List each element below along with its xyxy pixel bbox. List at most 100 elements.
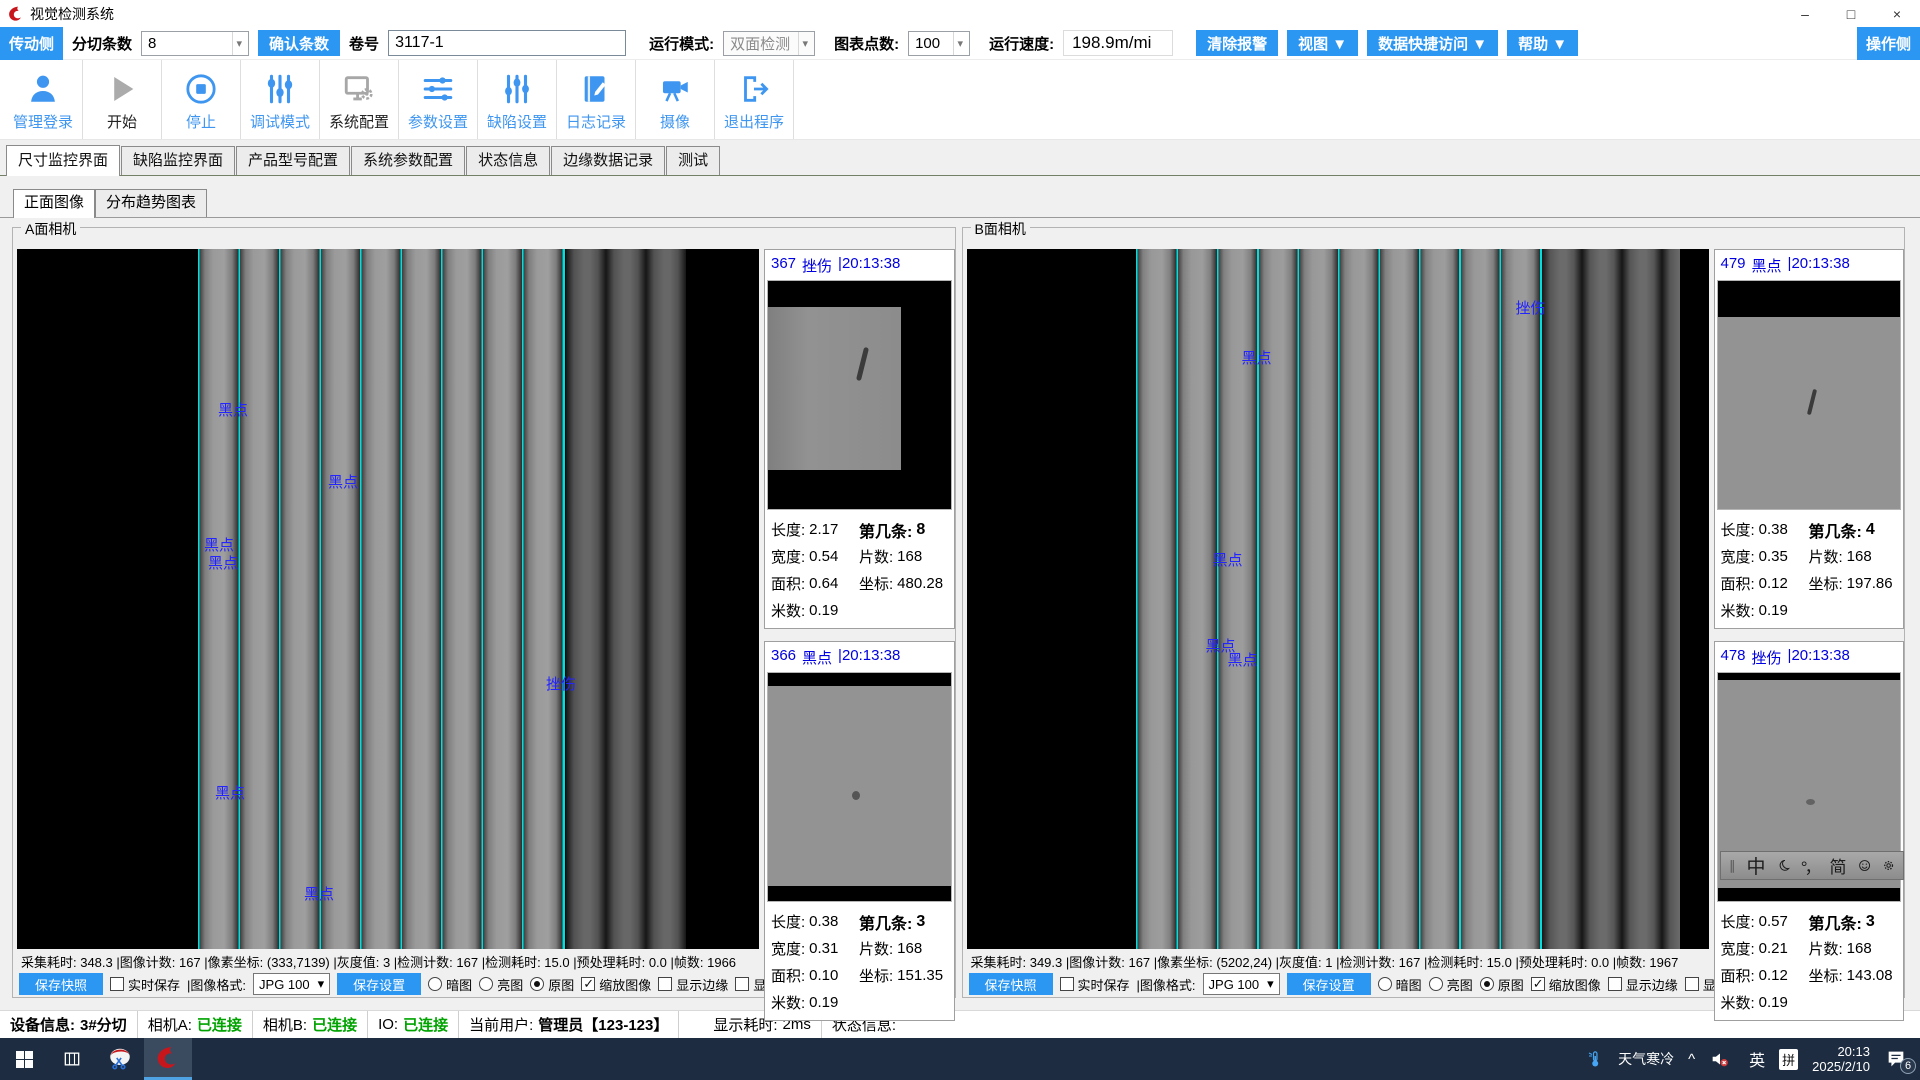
maximize-button[interactable]: □	[1828, 0, 1874, 27]
length-value: 0.38	[809, 913, 838, 930]
debug-mode-button[interactable]: 调试模式	[241, 60, 320, 139]
moon-icon[interactable]	[1777, 856, 1790, 875]
coord-value: 143.08	[1847, 967, 1893, 984]
admin-login-button[interactable]: 管理登录	[4, 60, 83, 139]
notification-center-button[interactable]: 6	[1884, 1048, 1910, 1070]
show-edges-checkbox[interactable]	[1608, 977, 1622, 991]
gear-icon[interactable]	[1882, 856, 1895, 875]
run-mode-select[interactable]: 双面检测 ▾	[723, 31, 815, 56]
defect-type: 挫伤	[1752, 647, 1782, 668]
subtab-trend-chart[interactable]: 分布趋势图表	[95, 189, 207, 217]
width-value: 0.35	[1759, 548, 1788, 565]
defect-time: |20:13:38	[838, 255, 900, 276]
save-settings-button[interactable]: 保存设置	[1287, 973, 1371, 995]
confirm-count-button[interactable]: 确认条数	[258, 30, 340, 56]
image-format-select[interactable]: JPG 100 ▾	[1203, 973, 1280, 995]
defect-label: 黑点	[1228, 649, 1258, 670]
meters-label: 米数:	[771, 600, 805, 621]
snipping-tool-button[interactable]	[96, 1038, 144, 1080]
exit-program-button[interactable]: 退出程序	[715, 60, 794, 139]
image-format-value: JPG 100	[1209, 977, 1260, 992]
defect-sliders-icon	[500, 72, 534, 106]
capture-button[interactable]: 摄像	[636, 60, 715, 139]
save-snapshot-button[interactable]: 保存快照	[969, 973, 1053, 995]
clock[interactable]: 20:13 2025/2/10	[1812, 1044, 1870, 1074]
clock-date: 2025/2/10	[1812, 1059, 1870, 1074]
operator-side-label: 操作侧	[1857, 27, 1920, 60]
app-logo-icon	[8, 6, 24, 22]
tab-test[interactable]: 测试	[666, 146, 720, 175]
bright-image-radio[interactable]	[1429, 977, 1443, 991]
ime-toolbar: ∥ 中 °， 简	[1720, 851, 1904, 880]
save-snapshot-button[interactable]: 保存快照	[19, 973, 103, 995]
defect-settings-button[interactable]: 缺陷设置	[478, 60, 557, 139]
width-value: 0.54	[809, 548, 838, 565]
show-strips-checkbox[interactable]	[1685, 977, 1699, 991]
start-menu-button[interactable]	[0, 1038, 48, 1080]
log-record-button[interactable]: 日志记录	[557, 60, 636, 139]
chart-points-select[interactable]: 100 ▾	[908, 31, 970, 56]
ime-drag-handle[interactable]: ∥	[1729, 858, 1736, 874]
realtime-save-checkbox[interactable]	[110, 977, 124, 991]
ime-mode-key[interactable]: 拼	[1779, 1049, 1798, 1070]
width-value: 0.31	[809, 940, 838, 957]
image-format-label: |图像格式:	[187, 975, 246, 994]
defect-card: 366 黑点 |20:13:38 长度:0.38 宽度:	[764, 641, 955, 1021]
defect-type: 黑点	[1752, 255, 1782, 276]
user-icon	[26, 72, 60, 106]
volume-muted-button[interactable]	[1709, 1048, 1735, 1070]
zoom-image-checkbox[interactable]	[1531, 977, 1545, 991]
help-menu-button[interactable]: 帮助 ▼	[1507, 30, 1578, 56]
tab-size-monitor[interactable]: 尺寸监控界面	[6, 145, 120, 176]
tool-label: 退出程序	[724, 111, 784, 132]
realtime-save-checkbox[interactable]	[1060, 977, 1074, 991]
image-format-select[interactable]: JPG 100 ▾	[253, 973, 330, 995]
system-config-button[interactable]: 系统配置	[320, 60, 399, 139]
view-menu-button[interactable]: 视图 ▼	[1287, 30, 1358, 56]
clock-time: 20:13	[1812, 1044, 1870, 1059]
show-edges-checkbox[interactable]	[658, 977, 672, 991]
roll-number-label: 卷号	[349, 33, 379, 54]
defect-type: 挫伤	[802, 255, 832, 276]
ime-chinese-mode-button[interactable]: 中	[1747, 852, 1766, 879]
subtab-front-image[interactable]: 正面图像	[13, 189, 95, 218]
parameter-settings-button[interactable]: 参数设置	[399, 60, 478, 139]
language-indicator[interactable]: 英	[1749, 1047, 1765, 1071]
original-image-radio[interactable]	[530, 977, 544, 991]
realtime-save-label: 实时保存	[1078, 975, 1130, 994]
stop-button[interactable]: 停止	[162, 60, 241, 139]
slit-count-select[interactable]: 8 ▾	[141, 31, 249, 56]
tray-expand-button[interactable]: ^	[1688, 1051, 1695, 1068]
roll-number-input[interactable]	[388, 30, 626, 56]
bright-image-radio[interactable]	[479, 977, 493, 991]
pieces-label: 片数:	[1809, 546, 1843, 567]
smiley-icon[interactable]	[1858, 856, 1871, 875]
camera-b-stats: 采集耗时: 349.3 |图像计数: 167 |像素坐标: (5202,24) …	[967, 949, 1709, 971]
ime-punctuation-button[interactable]: °，	[1801, 853, 1819, 878]
data-quick-access-menu-button[interactable]: 数据快捷访问 ▼	[1367, 30, 1498, 56]
minimize-button[interactable]: –	[1782, 0, 1828, 27]
clear-alarm-button[interactable]: 清除报警	[1196, 30, 1278, 56]
camera-a-image: 黑点 黑点 黑点 黑点 挫伤 黑点 黑点	[17, 249, 759, 949]
close-button[interactable]: ×	[1874, 0, 1920, 27]
ime-simplified-button[interactable]: 简	[1830, 853, 1847, 878]
tab-product-model-config[interactable]: 产品型号配置	[236, 146, 350, 175]
tab-system-param-config[interactable]: 系统参数配置	[351, 146, 465, 175]
meters-label: 米数:	[1721, 992, 1755, 1013]
panel-b-title: B面相机	[971, 219, 1030, 239]
dark-image-radio[interactable]	[428, 977, 442, 991]
defect-id: 367	[771, 255, 796, 276]
app-taskbar-button[interactable]	[144, 1038, 192, 1080]
weather-text[interactable]: 天气寒冷	[1618, 1049, 1674, 1069]
tab-edge-data-record[interactable]: 边缘数据记录	[551, 146, 665, 175]
show-strips-checkbox[interactable]	[735, 977, 749, 991]
show-edges-label: 显示边缘	[1626, 975, 1678, 994]
zoom-image-checkbox[interactable]	[581, 977, 595, 991]
save-settings-button[interactable]: 保存设置	[337, 973, 421, 995]
original-image-radio[interactable]	[1480, 977, 1494, 991]
start-button[interactable]: 开始	[83, 60, 162, 139]
task-view-button[interactable]	[48, 1038, 96, 1080]
tab-defect-monitor[interactable]: 缺陷监控界面	[121, 146, 235, 175]
tab-status-info[interactable]: 状态信息	[466, 146, 550, 175]
dark-image-radio[interactable]	[1378, 977, 1392, 991]
